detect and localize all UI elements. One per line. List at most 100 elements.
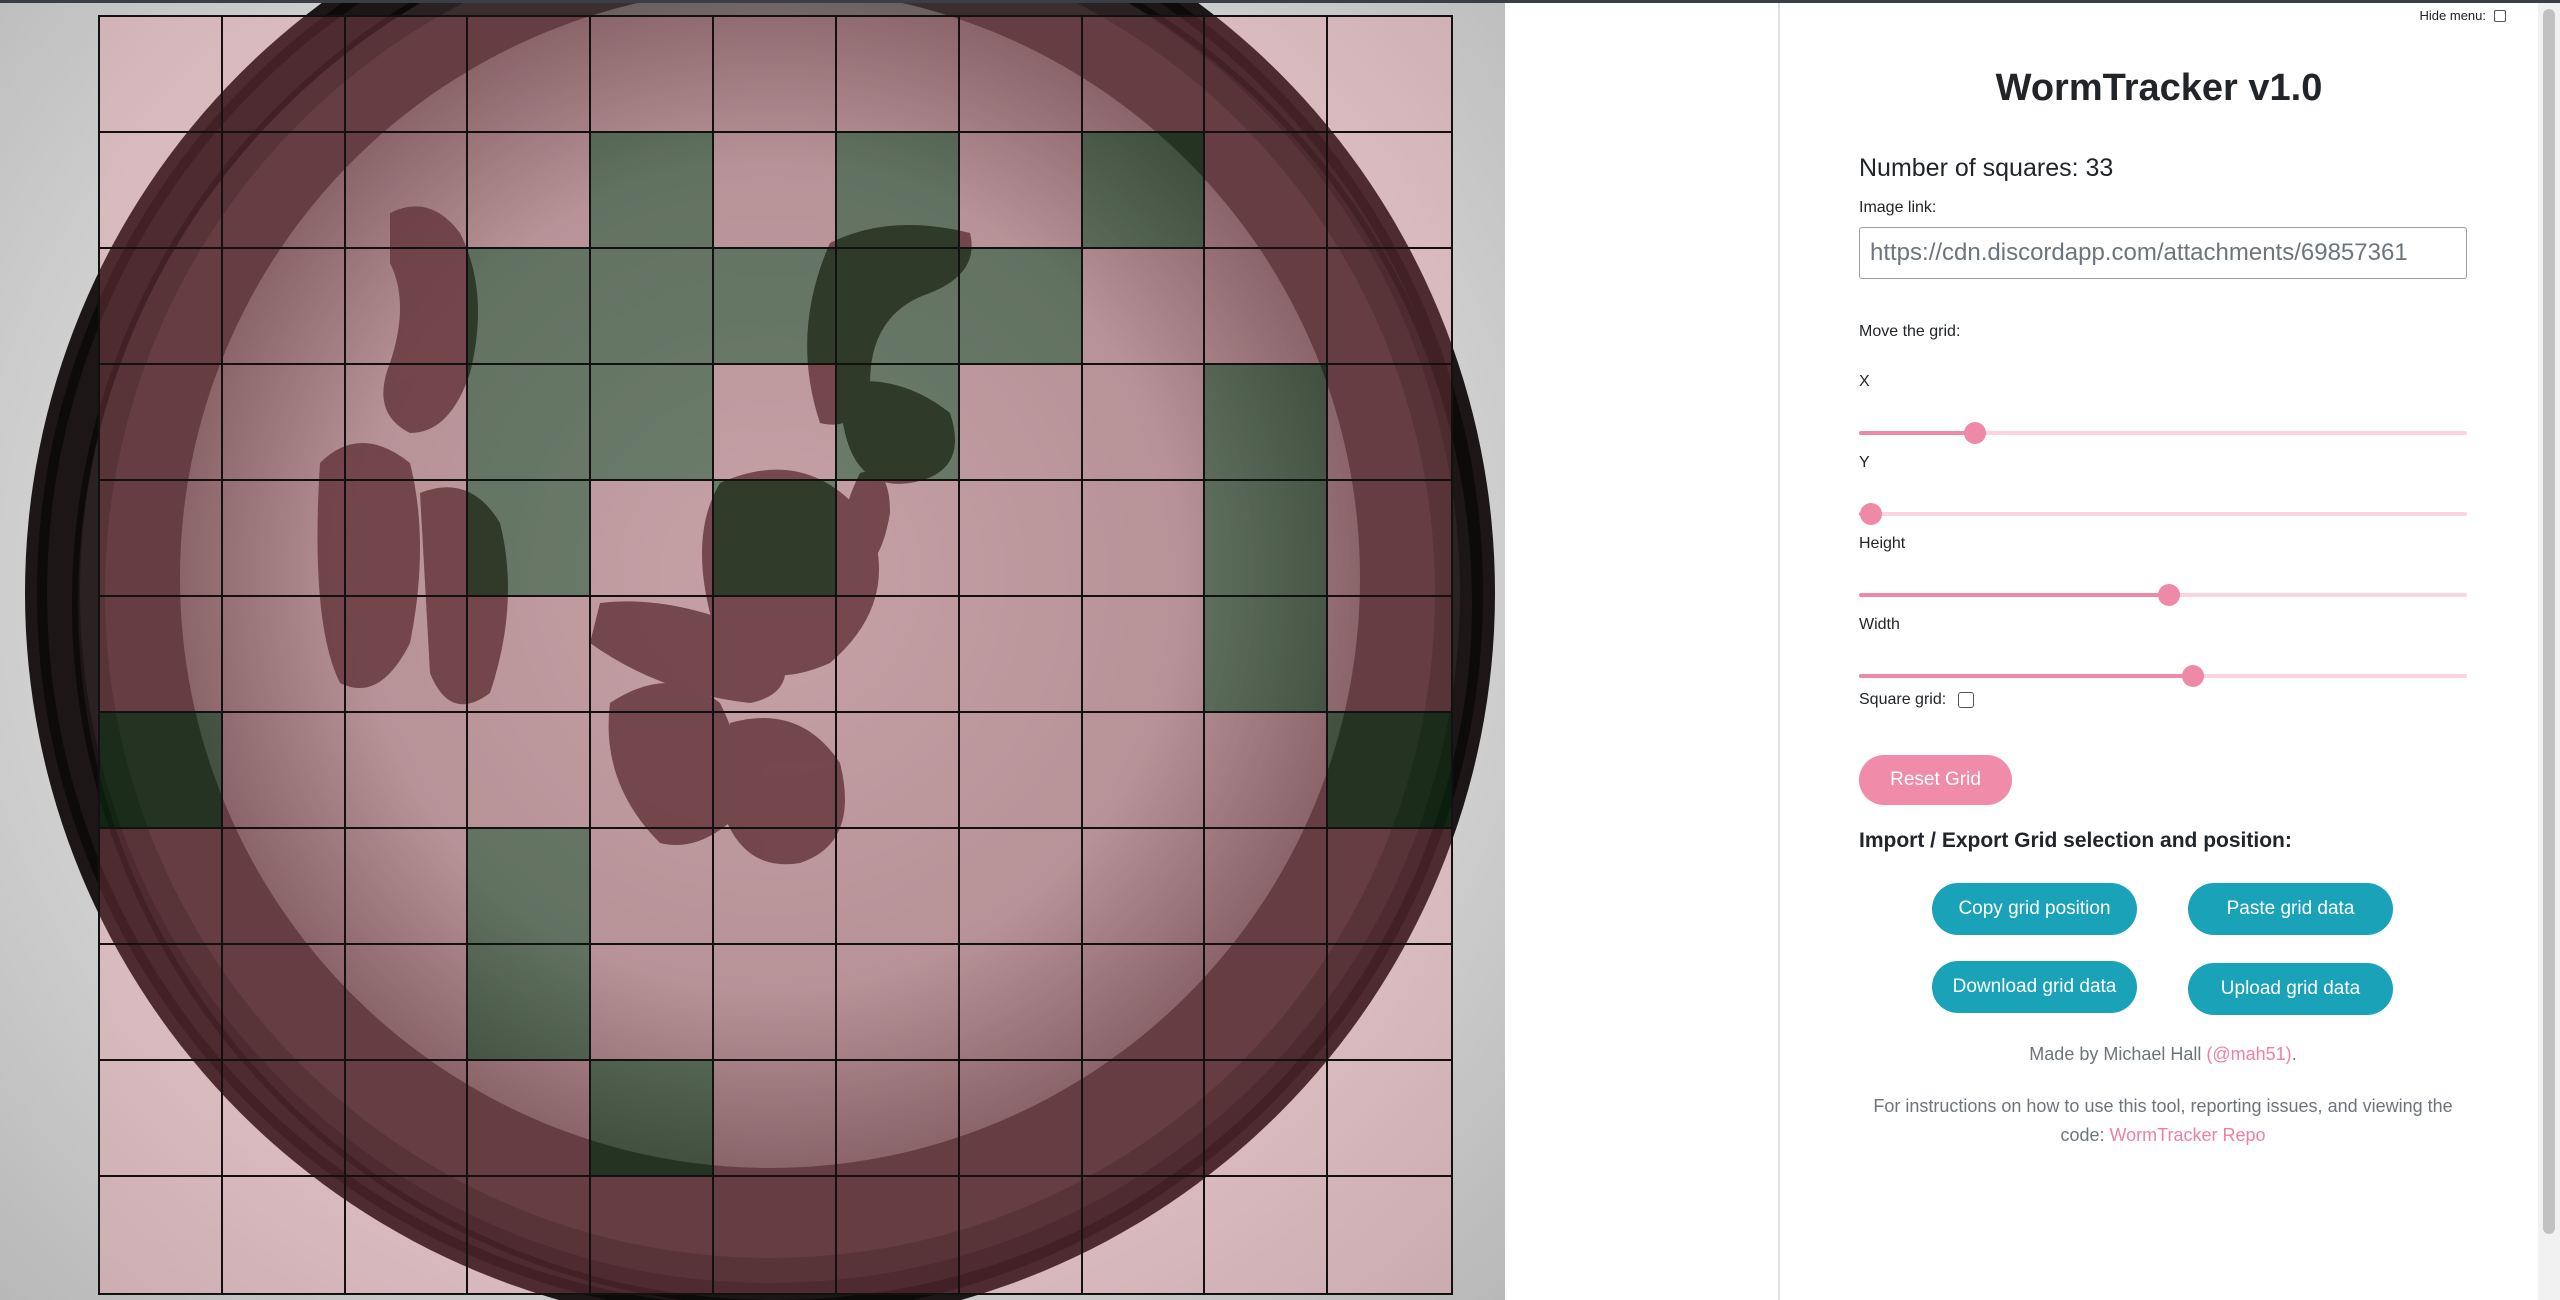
- grid-cell[interactable]: [714, 249, 837, 365]
- grid-cell[interactable]: [959, 713, 1083, 829]
- grid-cell[interactable]: [1328, 133, 1451, 249]
- grid-cell[interactable]: [345, 1061, 469, 1177]
- grid-cell[interactable]: [959, 1061, 1083, 1177]
- grid-cell[interactable]: [1205, 829, 1329, 945]
- selection-grid[interactable]: [98, 15, 1453, 1295]
- grid-cell[interactable]: [959, 597, 1083, 713]
- grid-cell[interactable]: [468, 945, 592, 1061]
- grid-cell[interactable]: [836, 1061, 960, 1177]
- grid-cell[interactable]: [468, 1177, 592, 1293]
- grid-cell[interactable]: [1328, 249, 1451, 365]
- grid-cell[interactable]: [1082, 365, 1206, 481]
- grid-cell[interactable]: [714, 481, 837, 597]
- grid-cell[interactable]: [1205, 1061, 1329, 1177]
- grid-cell[interactable]: [1082, 713, 1206, 829]
- grid-cell[interactable]: [591, 481, 715, 597]
- grid-cell[interactable]: [100, 945, 223, 1061]
- grid-cell[interactable]: [468, 713, 592, 829]
- author-link[interactable]: (@mah51): [2206, 1044, 2291, 1064]
- grid-cell[interactable]: [959, 17, 1083, 133]
- grid-cell[interactable]: [1082, 481, 1206, 597]
- repo-link[interactable]: WormTracker Repo: [2110, 1125, 2266, 1145]
- grid-cell[interactable]: [345, 829, 469, 945]
- grid-cell[interactable]: [1082, 597, 1206, 713]
- slider-thumb[interactable]: [1963, 422, 1986, 444]
- grid-cell[interactable]: [468, 829, 592, 945]
- grid-cell[interactable]: [222, 597, 346, 713]
- grid-cell[interactable]: [959, 249, 1083, 365]
- copy-grid-position-button[interactable]: Copy grid position: [1932, 883, 2137, 935]
- grid-cell[interactable]: [591, 1061, 715, 1177]
- grid-cell[interactable]: [591, 17, 715, 133]
- vertical-scrollbar[interactable]: [2538, 3, 2560, 1300]
- grid-cell[interactable]: [222, 133, 346, 249]
- grid-cell[interactable]: [222, 17, 346, 133]
- grid-cell[interactable]: [1328, 945, 1451, 1061]
- grid-cell[interactable]: [714, 829, 837, 945]
- grid-cell[interactable]: [836, 597, 960, 713]
- grid-cell[interactable]: [468, 17, 592, 133]
- grid-cell[interactable]: [836, 17, 960, 133]
- grid-cell[interactable]: [100, 365, 223, 481]
- grid-cell[interactable]: [836, 713, 960, 829]
- grid-cell[interactable]: [1205, 249, 1329, 365]
- x-slider[interactable]: [1859, 421, 2467, 445]
- grid-cell[interactable]: [1205, 945, 1329, 1061]
- grid-cell[interactable]: [345, 1177, 469, 1293]
- grid-cell[interactable]: [222, 945, 346, 1061]
- grid-cell[interactable]: [1328, 597, 1451, 713]
- grid-cell[interactable]: [1328, 17, 1451, 133]
- grid-cell[interactable]: [100, 17, 223, 133]
- grid-cell[interactable]: [591, 945, 715, 1061]
- grid-cell[interactable]: [836, 133, 960, 249]
- grid-cell[interactable]: [1205, 365, 1329, 481]
- grid-cell[interactable]: [836, 365, 960, 481]
- grid-cell[interactable]: [100, 1061, 223, 1177]
- slider-thumb[interactable]: [1860, 503, 1883, 525]
- grid-cell[interactable]: [714, 365, 837, 481]
- grid-cell[interactable]: [1205, 133, 1329, 249]
- grid-cell[interactable]: [222, 829, 346, 945]
- grid-cell[interactable]: [714, 597, 837, 713]
- reset-grid-button[interactable]: Reset Grid: [1859, 755, 2012, 805]
- grid-cell[interactable]: [222, 713, 346, 829]
- grid-cell[interactable]: [591, 249, 715, 365]
- grid-cell[interactable]: [959, 829, 1083, 945]
- grid-cell[interactable]: [345, 365, 469, 481]
- grid-cell[interactable]: [1328, 713, 1451, 829]
- y-slider[interactable]: [1859, 502, 2467, 526]
- grid-cell[interactable]: [468, 481, 592, 597]
- upload-grid-data-button[interactable]: Upload grid data: [2188, 963, 2393, 1015]
- grid-cell[interactable]: [100, 1177, 223, 1293]
- grid-cell[interactable]: [345, 945, 469, 1061]
- grid-cell[interactable]: [1205, 481, 1329, 597]
- grid-cell[interactable]: [836, 1177, 960, 1293]
- grid-cell[interactable]: [591, 829, 715, 945]
- grid-cell[interactable]: [1328, 481, 1451, 597]
- height-slider[interactable]: [1859, 583, 2467, 607]
- grid-cell[interactable]: [1328, 829, 1451, 945]
- grid-cell[interactable]: [714, 1061, 837, 1177]
- grid-cell[interactable]: [591, 597, 715, 713]
- grid-cell[interactable]: [1082, 249, 1206, 365]
- grid-cell[interactable]: [100, 481, 223, 597]
- grid-cell[interactable]: [100, 133, 223, 249]
- grid-cell[interactable]: [468, 249, 592, 365]
- grid-cell[interactable]: [1082, 17, 1206, 133]
- square-grid-toggle[interactable]: Square grid:: [1859, 691, 1975, 709]
- grid-cell[interactable]: [591, 133, 715, 249]
- grid-cell[interactable]: [1328, 1061, 1451, 1177]
- grid-cell[interactable]: [345, 597, 469, 713]
- hide-menu-toggle[interactable]: Hide menu:: [2420, 8, 2506, 23]
- grid-cell[interactable]: [468, 133, 592, 249]
- grid-cell[interactable]: [1082, 1177, 1206, 1293]
- grid-cell[interactable]: [345, 249, 469, 365]
- grid-cell[interactable]: [345, 481, 469, 597]
- grid-cell[interactable]: [345, 17, 469, 133]
- grid-cell[interactable]: [1082, 1061, 1206, 1177]
- grid-cell[interactable]: [959, 1177, 1083, 1293]
- grid-cell[interactable]: [100, 249, 223, 365]
- grid-cell[interactable]: [959, 481, 1083, 597]
- grid-cell[interactable]: [591, 1177, 715, 1293]
- grid-cell[interactable]: [468, 1061, 592, 1177]
